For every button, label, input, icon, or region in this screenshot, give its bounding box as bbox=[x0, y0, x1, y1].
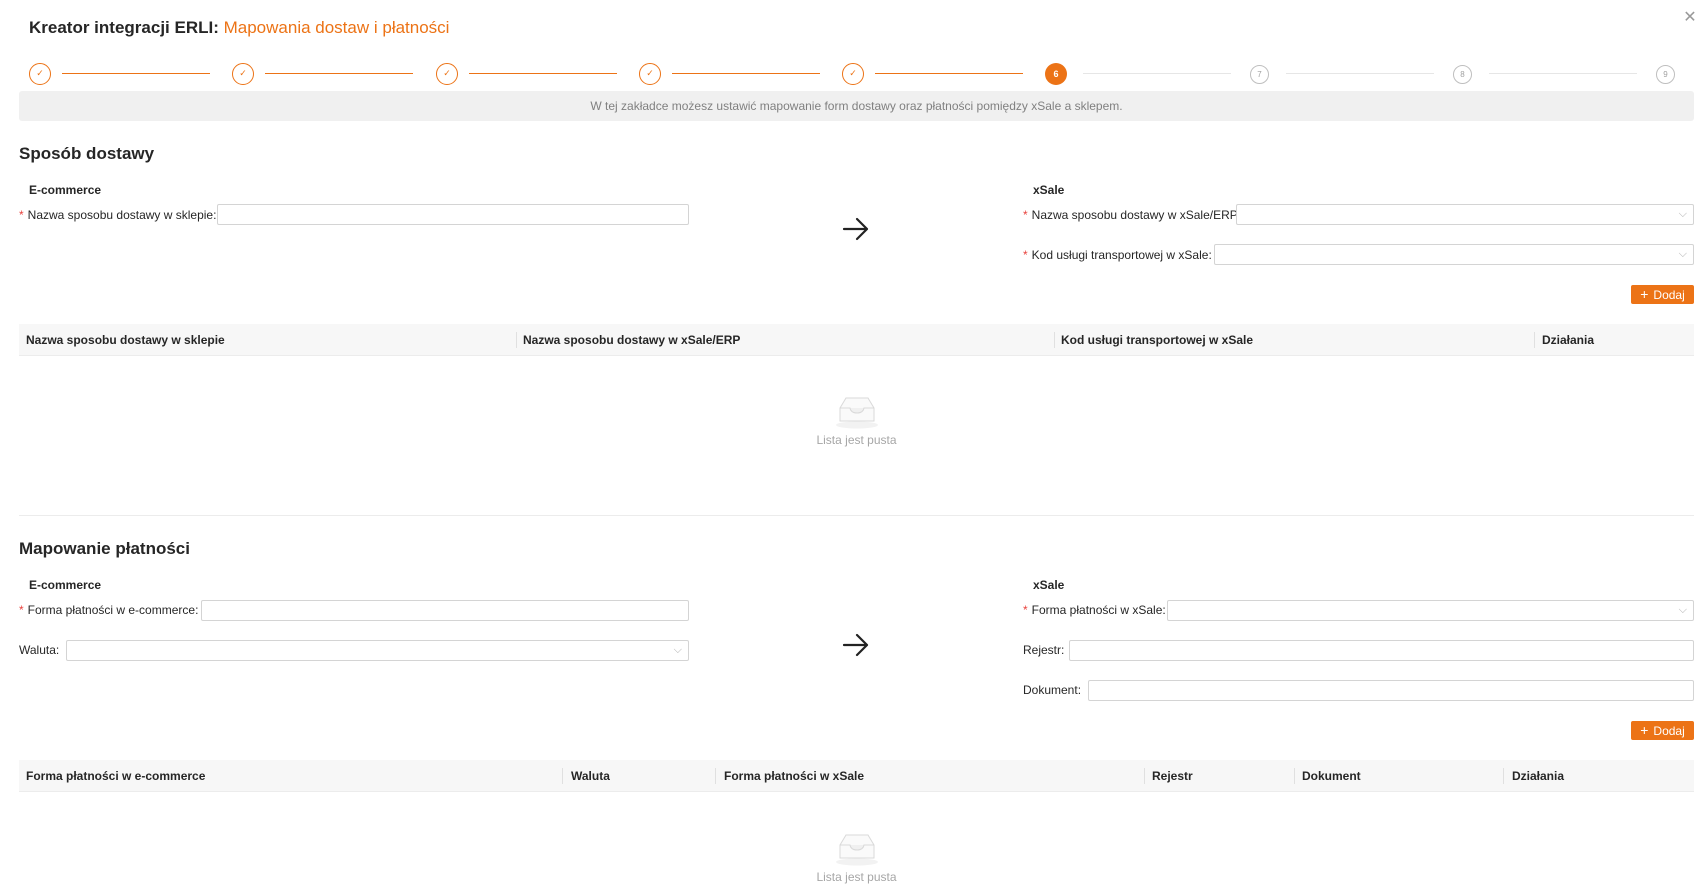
arrow-right-icon bbox=[842, 217, 869, 241]
add-delivery-button[interactable]: + Dodaj bbox=[1631, 285, 1694, 304]
step-connector bbox=[875, 73, 1023, 74]
column-divider bbox=[1534, 332, 1535, 348]
step-connector bbox=[62, 73, 210, 74]
column-divider bbox=[516, 332, 517, 348]
transport-code-select[interactable]: ⌵ bbox=[1214, 244, 1694, 265]
register-label: Rejestr: bbox=[1023, 643, 1065, 657]
step-2[interactable]: ✓ bbox=[232, 63, 254, 85]
document-label: Dokument: bbox=[1023, 683, 1082, 697]
empty-inbox-icon bbox=[835, 834, 878, 866]
info-banner: W tej zakładce możesz ustawić mapowanie … bbox=[19, 91, 1694, 121]
xsale-payment-label: * Forma płatności w xSale: bbox=[1023, 603, 1166, 617]
section-divider bbox=[19, 515, 1694, 516]
chevron-down-icon: ⌵ bbox=[673, 644, 682, 656]
currency-select[interactable]: ⌵ bbox=[66, 640, 689, 661]
title-prefix: Kreator integracji ERLI: bbox=[29, 18, 219, 37]
payment-section-title: Mapowanie płatności bbox=[19, 539, 190, 558]
shop-delivery-label: * Nazwa sposobu dostawy w sklepie: bbox=[19, 208, 217, 222]
delivery-ecommerce-title: E-commerce bbox=[29, 183, 102, 197]
delivery-xsale-title: xSale bbox=[1033, 183, 1065, 197]
column-header: Dokument bbox=[1302, 769, 1361, 783]
column-header: Waluta bbox=[571, 769, 610, 783]
chevron-down-icon: ⌵ bbox=[1678, 248, 1687, 260]
step-9[interactable]: 9 bbox=[1656, 64, 1675, 84]
column-header: Rejestr bbox=[1152, 769, 1193, 783]
chevron-down-icon: ⌵ bbox=[1678, 208, 1687, 220]
step-connector bbox=[1489, 73, 1637, 74]
delivery-section-title: Sposób dostawy bbox=[19, 144, 155, 163]
step-3[interactable]: ✓ bbox=[436, 63, 458, 85]
xsale-payment-select[interactable]: ⌵ bbox=[1167, 600, 1694, 621]
transport-code-label: * Kod usługi transportowej w xSale: bbox=[1023, 248, 1212, 262]
column-header: Nazwa sposobu dostawy w xSale/ERP bbox=[523, 333, 741, 347]
column-divider bbox=[562, 768, 563, 784]
step-5[interactable]: ✓ bbox=[842, 63, 864, 85]
plus-icon: + bbox=[1640, 722, 1649, 738]
column-divider bbox=[1054, 332, 1055, 348]
add-payment-button[interactable]: + Dodaj bbox=[1631, 721, 1694, 740]
step-connector bbox=[1286, 73, 1434, 74]
step-connector bbox=[1083, 73, 1231, 74]
step-4[interactable]: ✓ bbox=[639, 63, 661, 85]
column-divider bbox=[715, 768, 716, 784]
column-header: Forma płatności w e-commerce bbox=[26, 769, 206, 783]
column-divider bbox=[1294, 768, 1295, 784]
column-header: Działania bbox=[1512, 769, 1565, 783]
step-connector bbox=[265, 73, 413, 74]
document-input[interactable] bbox=[1088, 680, 1694, 701]
xsale-delivery-label: *Nazwa sposobu dostawy w xSale/ERP: bbox=[1023, 208, 1241, 222]
step-connector bbox=[469, 73, 617, 74]
wizard-stepper: ✓ ✓ ✓ ✓ ✓ 6 7 8 9 bbox=[29, 63, 1678, 85]
delivery-empty-state: Lista jest pusta bbox=[19, 395, 1694, 447]
title-accent: Mapowania dostaw i płatności bbox=[223, 18, 450, 37]
chevron-down-icon: ⌵ bbox=[1678, 604, 1687, 616]
currency-label: Waluta: bbox=[19, 643, 60, 657]
payment-empty-state: Lista jest pusta bbox=[19, 832, 1694, 884]
arrow-right-icon bbox=[842, 633, 869, 657]
payment-ecommerce-title: E-commerce bbox=[29, 578, 102, 592]
payment-xsale-title: xSale bbox=[1033, 578, 1065, 592]
xsale-delivery-select[interactable]: ⌵ bbox=[1236, 204, 1694, 225]
step-connector bbox=[672, 73, 820, 74]
plus-icon: + bbox=[1640, 286, 1649, 302]
column-header: Kod usługi transportowej w xSale bbox=[1061, 333, 1254, 347]
step-7[interactable]: 7 bbox=[1250, 64, 1269, 84]
close-icon[interactable]: ✕ bbox=[1681, 9, 1699, 27]
empty-text: Lista jest pusta bbox=[816, 433, 897, 447]
payment-table-header: Forma płatności w e-commerce Waluta Form… bbox=[19, 760, 1694, 792]
empty-inbox-icon bbox=[835, 397, 878, 429]
step-1[interactable]: ✓ bbox=[29, 63, 51, 85]
delivery-table-header: Nazwa sposobu dostawy w sklepie Nazwa sp… bbox=[19, 324, 1694, 356]
register-input[interactable] bbox=[1069, 640, 1694, 661]
step-8[interactable]: 8 bbox=[1453, 64, 1472, 84]
column-divider bbox=[1144, 768, 1145, 784]
column-divider bbox=[1503, 768, 1504, 784]
column-header: Nazwa sposobu dostawy w sklepie bbox=[26, 333, 225, 347]
payment-form-label: * Forma płatności w e-commerce: bbox=[19, 603, 199, 617]
step-6[interactable]: 6 bbox=[1045, 63, 1067, 85]
empty-text: Lista jest pusta bbox=[816, 870, 897, 884]
shop-delivery-input[interactable] bbox=[217, 204, 689, 225]
column-header: Forma płatności w xSale bbox=[724, 769, 865, 783]
column-header: Działania bbox=[1542, 333, 1595, 347]
page-title: Kreator integracji ERLI: Mapowania dosta… bbox=[29, 18, 449, 38]
payment-form-input[interactable] bbox=[201, 600, 689, 621]
